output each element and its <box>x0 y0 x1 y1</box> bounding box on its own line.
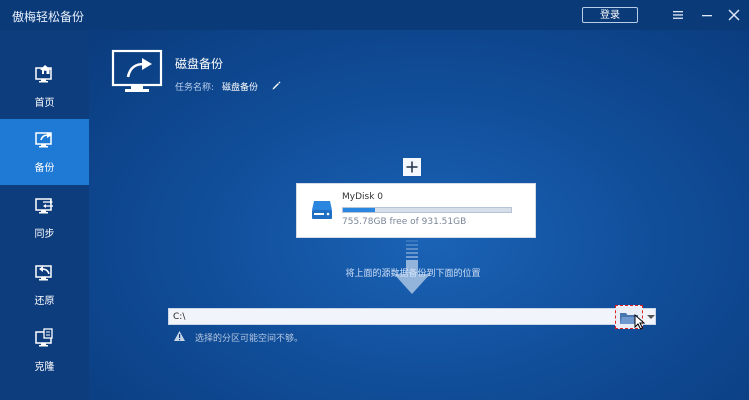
edit-icon[interactable] <box>271 80 281 90</box>
destination-path: C:\ <box>173 312 186 322</box>
sidebar-item-backup[interactable]: 备份 <box>0 119 89 185</box>
home-icon <box>35 65 52 83</box>
sync-icon <box>35 198 53 214</box>
sidebar-item-label: 备份 <box>34 163 55 174</box>
app-title: 傲梅轻松备份 <box>12 10 85 24</box>
source-disk-card[interactable]: MyDisk 0 755.78GB free of 931.51GB <box>296 183 536 238</box>
sidebar-item-label: 还原 <box>34 296 55 307</box>
app-window: 傲梅轻松备份 登录 首页 备份 同步 还原 克隆 磁盘备份 任务名称: 磁盘备份… <box>0 0 749 400</box>
destination-path-field[interactable]: C:\ <box>168 305 656 330</box>
menu-icon[interactable] <box>668 5 688 25</box>
disk-name: MyDisk 0 <box>342 192 384 202</box>
disk-usage-fill <box>343 208 375 212</box>
backup-icon <box>35 132 52 148</box>
hard-disk-icon <box>312 201 332 219</box>
warning-icon <box>174 331 185 341</box>
sidebar-item-restore[interactable]: 还原 <box>0 252 89 318</box>
sidebar-item-label: 克隆 <box>34 362 55 373</box>
add-source-button[interactable] <box>403 158 421 176</box>
disk-usage-bar <box>342 207 512 213</box>
space-warning-text: 选择的分区可能空间不够。 <box>195 334 304 344</box>
task-title: 磁盘备份 <box>175 57 224 71</box>
task-name-label: 任务名称: <box>175 83 215 93</box>
close-icon[interactable] <box>724 5 744 25</box>
minimize-icon[interactable] <box>697 5 717 25</box>
sidebar-item-label: 同步 <box>34 229 55 240</box>
clone-icon <box>35 328 53 347</box>
disk-usage-text: 755.78GB free of 931.51GB <box>342 217 467 227</box>
sidebar: 首页 备份 同步 还原 克隆 <box>0 30 89 400</box>
sidebar-item-label: 首页 <box>34 98 55 109</box>
disk-backup-icon <box>111 49 163 92</box>
task-name-value: 磁盘备份 <box>222 83 259 93</box>
sidebar-item-sync[interactable]: 同步 <box>0 185 89 251</box>
login-button[interactable]: 登录 <box>582 7 638 23</box>
backup-hint-text: 将上面的源数据备份到下面的位置 <box>345 269 481 279</box>
restore-icon <box>35 265 52 281</box>
sidebar-item-clone[interactable]: 克隆 <box>0 318 89 384</box>
sidebar-item-home[interactable]: 首页 <box>0 54 89 120</box>
chevron-down-icon[interactable] <box>647 314 655 320</box>
mouse-cursor-icon <box>634 314 646 330</box>
title-bar: 傲梅轻松备份 登录 <box>0 0 749 30</box>
